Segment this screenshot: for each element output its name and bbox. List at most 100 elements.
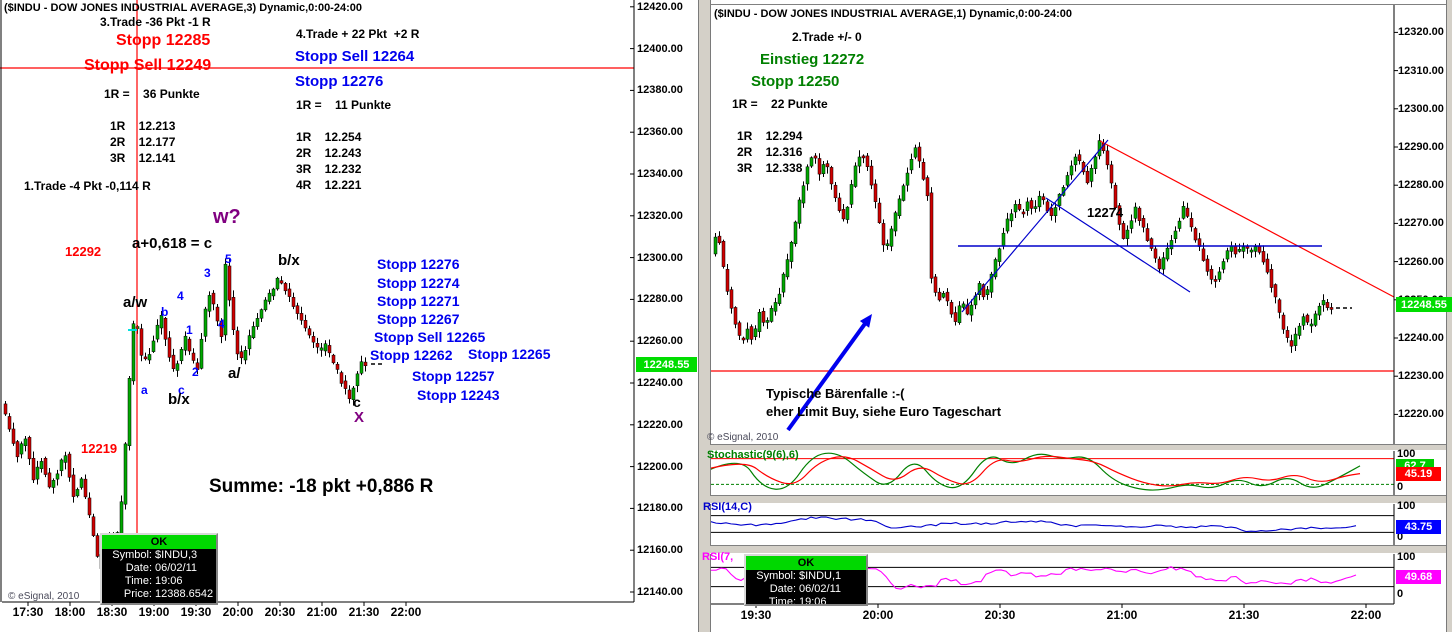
tooltip-body: Symbol:$INDU,3Date:06/02/11Time:19:06Pri… bbox=[102, 549, 216, 601]
chart-annotation: 1R = 22 Punkte bbox=[732, 98, 828, 110]
right-chart-title: ($INDU - DOW JONES INDUSTRIAL AVERAGE,1)… bbox=[714, 8, 1072, 20]
indicator-axis-lo: 0 bbox=[1397, 588, 1403, 600]
chart-annotation: 1R = 11 Punkte bbox=[296, 99, 391, 111]
tooltip-row: Date:06/02/11 bbox=[102, 562, 216, 575]
chart-annotation: 2 bbox=[192, 366, 199, 378]
chart-annotation: Stopp Sell 12249 bbox=[84, 58, 211, 74]
window-right-edge bbox=[1446, 0, 1452, 632]
left-chart-title: ($INDU - DOW JONES INDUSTRIAL AVERAGE,3)… bbox=[4, 2, 362, 14]
oscillator-series bbox=[706, 456, 1360, 486]
chart-annotation: Einstieg 12272 bbox=[760, 52, 864, 67]
tooltip-row: Symbol:$INDU,3 bbox=[102, 549, 216, 562]
chart-annotation: X bbox=[354, 410, 364, 425]
chart-annotation: b/x bbox=[278, 253, 300, 268]
right-price-label: 12280.00 bbox=[1398, 179, 1444, 191]
chart-annotation: Typische Bärenfalle :-( bbox=[766, 387, 904, 400]
right-price-label: 12320.00 bbox=[1398, 26, 1444, 38]
left-price-label: 12220.00 bbox=[637, 419, 683, 431]
right-price-label: 12300.00 bbox=[1398, 103, 1444, 115]
tooltip-ok-header[interactable]: OK bbox=[746, 556, 866, 570]
right-candles bbox=[714, 134, 1333, 353]
chart-annotation: 3R 12.338 bbox=[737, 162, 802, 174]
right-time-label: 22:00 bbox=[1344, 608, 1388, 622]
chart-annotation: b bbox=[161, 306, 168, 318]
left-time-label: 20:30 bbox=[258, 605, 302, 619]
indicator-axis-hi: 100 bbox=[1397, 500, 1415, 512]
chart-annotation: 2R 12.316 bbox=[737, 146, 802, 158]
indicator-label: Stochastic(9(6),6) bbox=[707, 449, 799, 461]
left-time-label: 20:00 bbox=[216, 605, 260, 619]
tooltip-body: Symbol:$INDU,1Date:06/02/11Time:19:06 bbox=[746, 570, 866, 606]
trend-line bbox=[962, 140, 1108, 312]
chart-annotation: 5 bbox=[225, 253, 232, 265]
right-price-label: 12220.00 bbox=[1398, 408, 1444, 420]
chart-annotation: Stopp 12276 bbox=[295, 74, 383, 89]
right-price-label: 12310.00 bbox=[1398, 65, 1444, 77]
left-price-label: 12260.00 bbox=[637, 335, 683, 347]
panel-splitter[interactable] bbox=[698, 0, 711, 632]
chart-annotation: Stopp 12250 bbox=[751, 74, 839, 89]
left-price-label: 12400.00 bbox=[637, 43, 683, 55]
chart-annotation: 4R 12.221 bbox=[296, 179, 361, 191]
chart-annotation: Stopp 12262 bbox=[370, 348, 452, 362]
indicator-value-badge: 43.75 bbox=[1396, 520, 1441, 534]
right-price-label: 12240.00 bbox=[1398, 332, 1444, 344]
left-time-label: 18:30 bbox=[90, 605, 134, 619]
chart-annotation: a/w bbox=[123, 295, 147, 310]
left-price-label: 12340.00 bbox=[637, 168, 683, 180]
chart-annotation: 1R = 36 Punkte bbox=[104, 88, 200, 100]
tooltip-row: Time:19:06 bbox=[102, 575, 216, 588]
right-price-label: 12290.00 bbox=[1398, 141, 1444, 153]
chart-annotation: Stopp 12285 bbox=[116, 33, 210, 49]
chart-annotation: Stopp 12257 bbox=[412, 369, 494, 383]
tooltip-ok-header[interactable]: OK bbox=[102, 535, 216, 549]
right-time-label: 20:30 bbox=[978, 608, 1022, 622]
right-copyright: © eSignal, 2010 bbox=[707, 432, 778, 443]
chart-annotation: Stopp 12243 bbox=[417, 388, 499, 402]
data-tooltip-left[interactable]: OK Symbol:$INDU,3Date:06/02/11Time:19:06… bbox=[100, 533, 218, 605]
splitter-stochastic[interactable] bbox=[710, 444, 1446, 451]
chart-annotation: Stopp 12276 bbox=[377, 257, 459, 271]
left-price-label: 12200.00 bbox=[637, 461, 683, 473]
tooltip-row: Time:19:06 bbox=[746, 596, 866, 606]
tooltip-row: Price:12388.6542 bbox=[102, 588, 216, 601]
right-time-label: 21:00 bbox=[1100, 608, 1144, 622]
chart-annotation: 4 bbox=[177, 290, 184, 302]
left-time-label: 21:00 bbox=[300, 605, 344, 619]
right-panel-top-border bbox=[710, 4, 1446, 5]
indicator-label: RSI(14,C) bbox=[703, 501, 752, 513]
splitter-rsi7[interactable] bbox=[710, 545, 1446, 554]
data-tooltip-right[interactable]: OK Symbol:$INDU,1Date:06/02/11Time:19:06 bbox=[744, 554, 868, 606]
chart-annotation: 2R 12.177 bbox=[110, 136, 175, 148]
chart-annotation: 2R 12.243 bbox=[296, 147, 361, 159]
chart-annotation: w? bbox=[213, 207, 241, 227]
chart-annotation: 12219 bbox=[81, 442, 117, 455]
right-price-label: 12230.00 bbox=[1398, 370, 1444, 382]
chart-annotation: 4 bbox=[218, 318, 225, 330]
right-price-label: 12270.00 bbox=[1398, 217, 1444, 229]
chart-annotation: 3 bbox=[204, 267, 211, 279]
left-time-label: 21:30 bbox=[342, 605, 386, 619]
chart-annotation: eher Limit Buy, siehe Euro Tageschart bbox=[766, 405, 1001, 418]
chart-annotation: Summe: -18 pkt +0,886 R bbox=[209, 477, 433, 496]
chart-annotation: 1R 12.213 bbox=[110, 120, 175, 132]
splitter-rsi14[interactable] bbox=[710, 495, 1446, 504]
right-price-label: 12260.00 bbox=[1398, 256, 1444, 268]
chart-annotation: Stopp Sell 12265 bbox=[374, 330, 485, 344]
indicator-axis-hi: 100 bbox=[1397, 551, 1415, 563]
chart-annotation: a+0,618 = c bbox=[132, 236, 212, 251]
chart-annotation: 1R 12.294 bbox=[737, 130, 802, 142]
left-price-label: 12160.00 bbox=[637, 544, 683, 556]
chart-annotation: b/x bbox=[168, 392, 190, 407]
chart-annotation: a/ bbox=[228, 366, 241, 381]
chart-annotation: 2.Trade +/- 0 bbox=[792, 31, 862, 43]
chart-annotation: Stopp 12274 bbox=[377, 276, 459, 290]
left-price-label: 12280.00 bbox=[637, 293, 683, 305]
left-price-label: 12300.00 bbox=[637, 252, 683, 264]
chart-annotation: 3.Trade -36 Pkt -1 R bbox=[100, 16, 211, 28]
chart-annotation: Stopp 12265 bbox=[468, 347, 550, 361]
left-time-label: 17:30 bbox=[6, 605, 50, 619]
left-time-label: 18:00 bbox=[48, 605, 92, 619]
esignal-workspace: ($INDU - DOW JONES INDUSTRIAL AVERAGE,3)… bbox=[0, 0, 1452, 632]
chart-annotation: 3R 12.141 bbox=[110, 152, 175, 164]
